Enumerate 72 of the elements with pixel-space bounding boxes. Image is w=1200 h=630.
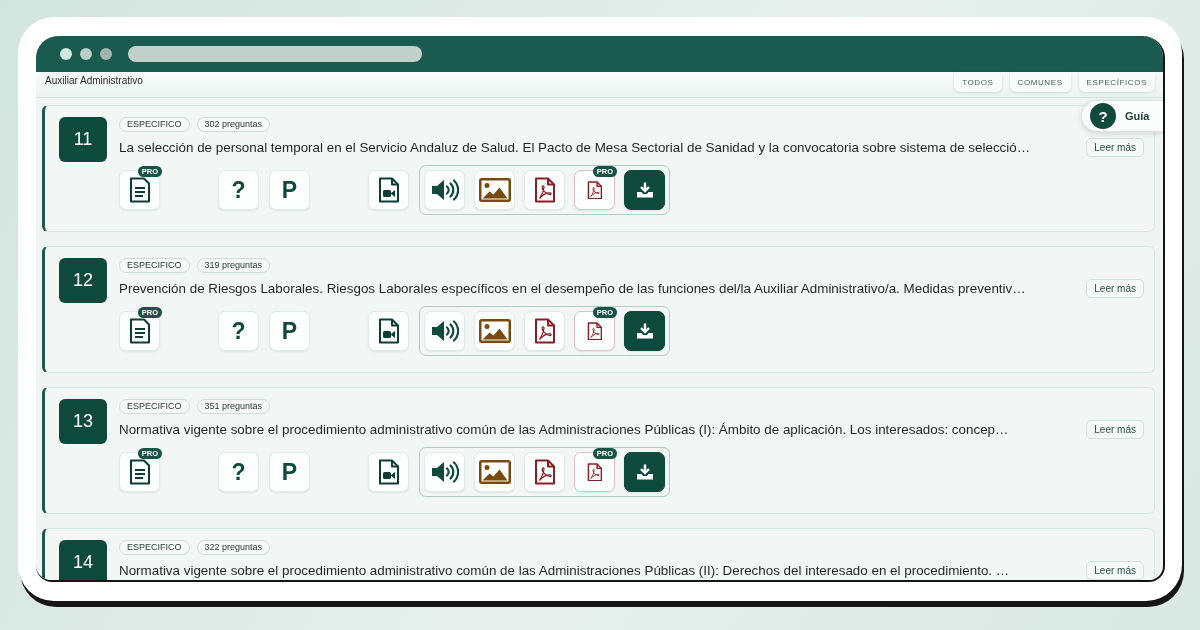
guide-button[interactable]: ? Guía [1081,100,1163,132]
pdf-button[interactable] [524,452,565,492]
question-count-tag: 351 preguntas [196,399,271,414]
pdf-icon [533,318,556,344]
document-icon [128,318,151,344]
image-icon [478,178,511,202]
dot-icon [60,48,72,60]
question-count-tag: 322 preguntas [196,540,271,555]
download-button[interactable] [624,311,665,351]
topic-number: 14 [59,540,107,580]
download-button[interactable] [624,452,665,492]
pdf-icon [586,321,603,341]
topic-title: La selección de personal temporal en el Servicio Andaluz de Salud. El Pacto de Mesa Sectorial de Sanidad y la convocatoria sobre sistema de selecció… [119,139,1031,156]
page-title: Auxiliar Administrativo [45,75,143,87]
video-button[interactable] [368,452,409,492]
letter-button[interactable]: ? [218,170,259,210]
audio-button[interactable] [424,170,465,210]
download-icon [635,323,654,339]
image-icon [478,319,511,343]
pdf-icon [533,177,556,203]
dot-icon [100,48,112,60]
read-more-button[interactable]: Leer más [1086,561,1144,580]
image-button[interactable] [474,311,515,351]
letter-button[interactable]: ? [218,311,259,351]
read-more-button[interactable]: Leer más [1086,420,1144,439]
topic-number: 11 [59,117,107,162]
audio-button[interactable] [424,452,465,492]
question-count-tag: 302 preguntas [196,117,271,132]
topic-number: 13 [59,399,107,444]
category-tag: ESPECIFICO [119,540,190,555]
filter-tab[interactable]: ESPECÍFICOS [1078,72,1155,92]
filter-tab[interactable]: COMUNES [1009,72,1071,92]
speaker-icon [430,460,459,484]
video-button[interactable] [368,170,409,210]
question-count-tag: 319 preguntas [196,258,271,273]
speaker-icon [430,319,459,343]
letter-button[interactable]: P [269,170,310,210]
topic-number: 12 [59,258,107,303]
topic-title: Normativa vigente sobre el procedimiento administrativo común de las Administraciones Públicas (II): Derechos del interesado en el procedimiento. … [119,562,1010,579]
pdf-icon [533,459,556,485]
address-field[interactable] [128,46,422,62]
video-button[interactable] [368,311,409,351]
category-tag: ESPECIFICO [119,117,190,132]
video-file-icon [377,318,400,344]
download-icon [635,464,654,480]
pdf-icon [586,180,603,200]
image-button[interactable] [474,452,515,492]
letter-button[interactable]: ? [218,452,259,492]
speaker-icon [430,178,459,202]
topic-title: Normativa vigente sobre el procedimiento administrativo común de las Administraciones Públicas (I): Ámbito de aplicación. Los interesados: concep… [119,421,1009,438]
letter-button[interactable]: P [269,311,310,351]
document-icon [128,177,151,203]
letter-button[interactable]: P [269,452,310,492]
pdf-icon [586,462,603,482]
pdf-button[interactable] [524,170,565,210]
download-button[interactable] [624,170,665,210]
image-button[interactable] [474,170,515,210]
read-more-button[interactable]: Leer más [1086,279,1144,298]
question-mark-icon: ? [1090,103,1116,129]
dot-icon [80,48,92,60]
download-icon [635,182,654,198]
filter-tab[interactable]: TODOS [954,72,1002,92]
video-file-icon [377,459,400,485]
category-tag: ESPECIFICO [119,399,190,414]
pdf-button[interactable] [524,311,565,351]
video-file-icon [377,177,400,203]
audio-button[interactable] [424,311,465,351]
image-icon [478,460,511,484]
document-icon [128,459,151,485]
read-more-button[interactable]: Leer más [1086,138,1144,157]
topic-title: Prevención de Riesgos Laborales. Riesgos Laborales específicos en el desempeño de las funciones del/la Auxiliar Administrativo/a. Medidas preventiv… [119,280,1026,297]
category-tag: ESPECIFICO [119,258,190,273]
